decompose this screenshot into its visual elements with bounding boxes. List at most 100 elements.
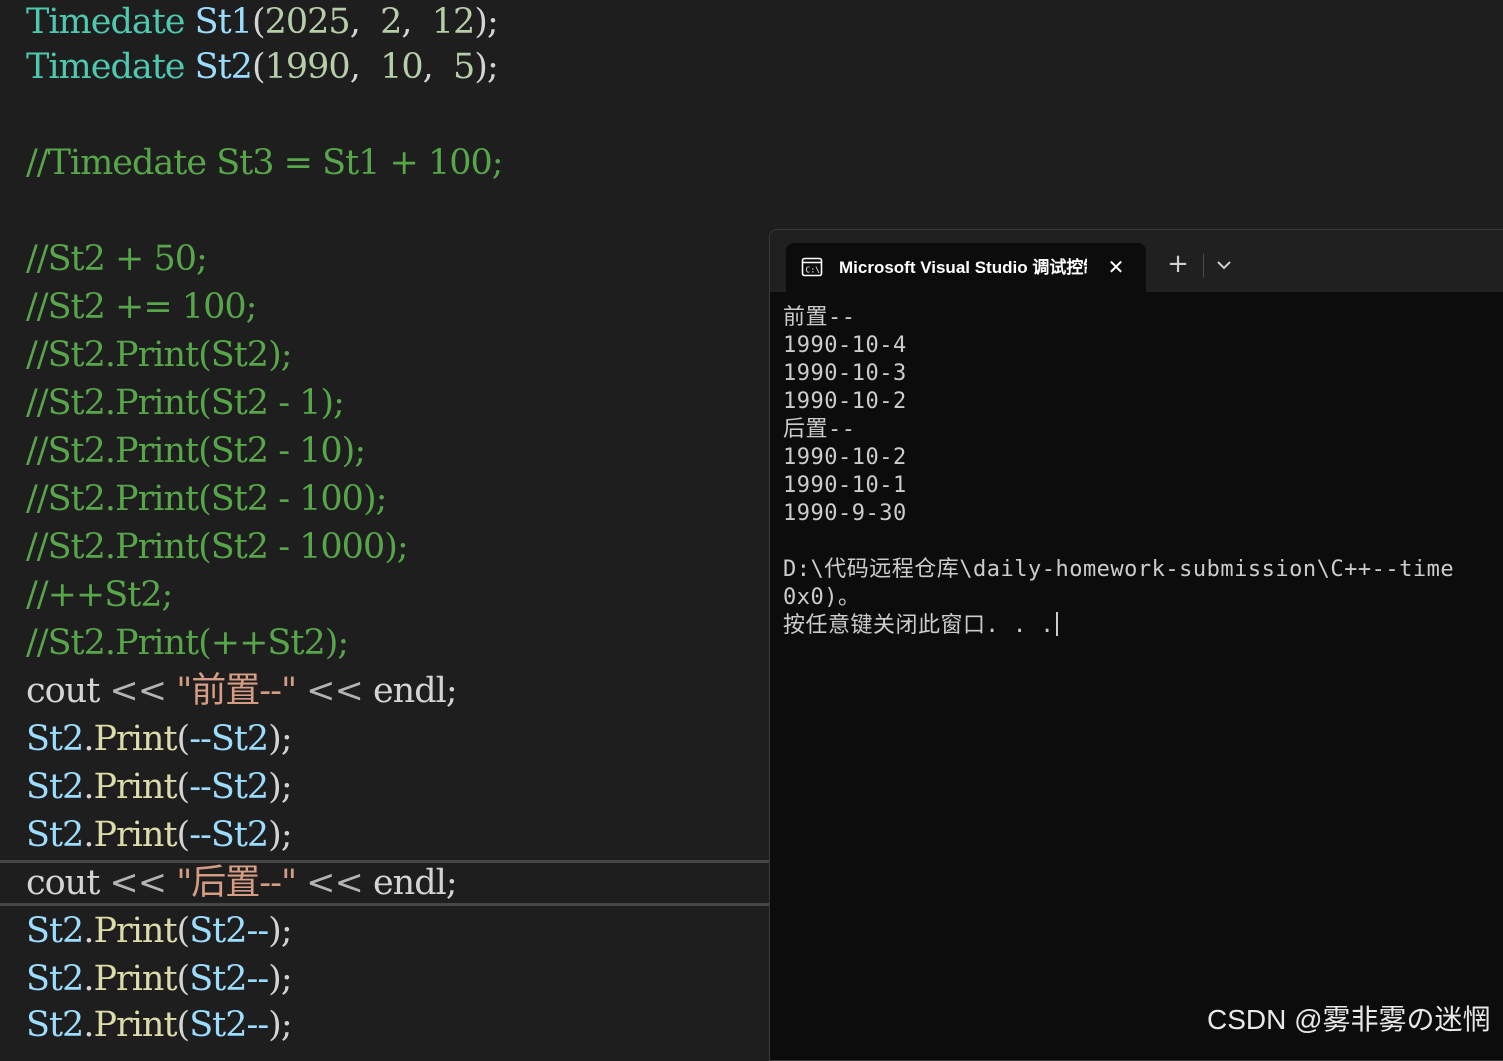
identifier-token: St2 [26, 959, 84, 999]
string-token: "后置--" [176, 863, 297, 903]
number-token: 5 [453, 47, 475, 87]
code-line-1: Timedate St1(2025, 2, 12); [26, 0, 499, 44]
punct: ); [474, 2, 498, 42]
operator: << [296, 863, 373, 903]
number-token: 1990 [264, 47, 351, 87]
identifier-token: St2 [26, 815, 84, 855]
identifier-token: St2 [26, 911, 84, 951]
identifier-token: St2-- [189, 959, 269, 999]
code-line-9-comment: //St2.Print(St2 - 100); [26, 479, 387, 519]
punct: ( [251, 47, 266, 87]
terminal-tab-title: Microsoft Visual Studio 调试控制台 [839, 258, 1087, 277]
output-line: 1990-9-30 [783, 501, 907, 526]
identifier-token: endl [372, 671, 447, 711]
terminal-output[interactable]: 前置-- 1990-10-4 1990-10-3 1990-10-2 后置-- … [783, 304, 1503, 640]
punct: . [83, 815, 94, 855]
close-tab-icon[interactable]: ✕ [1104, 255, 1128, 279]
punct: . [83, 1005, 94, 1045]
operator: << [99, 863, 177, 903]
punct: . [83, 719, 94, 759]
punct: ); [268, 1005, 292, 1045]
punct: ); [268, 911, 292, 951]
type-token: Timedate [26, 2, 185, 42]
identifier-token: --St2 [189, 719, 269, 759]
punct: ( [176, 767, 191, 807]
code-line-2: Timedate St2(1990, 10, 5); [26, 45, 499, 89]
number-token: 12 [431, 2, 476, 42]
code-line-11-comment: //++St2; [26, 575, 173, 615]
code-line-19: St2.Print(St2--); [26, 957, 293, 1001]
identifier-token: St2 [26, 719, 84, 759]
chevron-down-icon[interactable] [1212, 252, 1236, 278]
code-line-15: St2.Print(--St2); [26, 765, 293, 809]
punct: . [83, 767, 94, 807]
output-line-prompt: 按任意键关闭此窗口. . . [783, 612, 1503, 640]
identifier-token: St2-- [189, 911, 269, 951]
punct: ( [251, 2, 266, 42]
code-line-4-comment: //St2 + 50; [26, 239, 208, 279]
press-any-key-text: 按任意键关闭此窗口. . . [783, 613, 1055, 638]
output-line: 0x0)。 [783, 585, 861, 610]
punct: , [349, 2, 381, 42]
function-token: Print [93, 719, 177, 759]
punct: ; [445, 671, 458, 711]
identifier-token: St2 [194, 47, 253, 87]
punct: ( [176, 815, 191, 855]
punct: ); [268, 767, 292, 807]
punct: , [401, 2, 432, 42]
punct: ( [176, 719, 191, 759]
code-line-14: St2.Print(--St2); [26, 717, 293, 761]
punct: ); [474, 47, 498, 87]
code-line-13: cout << "前置--" << endl; [26, 669, 458, 713]
code-line-18: St2.Print(St2--); [26, 909, 293, 953]
punct: ); [268, 959, 292, 999]
code-line-5-comment: //St2 += 100; [26, 287, 257, 327]
output-line: 后置-- [783, 417, 856, 442]
titlebar-divider [1203, 254, 1204, 278]
number-token: 10 [380, 47, 424, 87]
identifier-token: St1 [194, 2, 253, 42]
function-token: Print [93, 815, 177, 855]
identifier-token: endl [372, 863, 447, 903]
identifier-token: St2 [26, 1005, 84, 1045]
identifier-token: --St2 [189, 815, 269, 855]
identifier-token: St2-- [189, 1005, 269, 1045]
code-line-17: cout << "后置--" << endl; [26, 861, 458, 905]
terminal-tab[interactable]: C:\ Microsoft Visual Studio 调试控制台 ✕ [786, 243, 1146, 292]
function-token: Print [93, 767, 177, 807]
punct: . [83, 911, 94, 951]
punct: ); [268, 719, 292, 759]
operator: << [296, 671, 373, 711]
function-token: Print [93, 959, 177, 999]
punct: ; [445, 863, 458, 903]
console-icon: C:\ [801, 257, 823, 277]
terminal-title-bar[interactable]: C:\ Microsoft Visual Studio 调试控制台 ✕ + [770, 230, 1503, 292]
output-line: 1990-10-1 [783, 473, 907, 498]
number-token: 2 [380, 2, 402, 42]
code-line-12-comment: //St2.Print(++St2); [26, 623, 349, 663]
output-line: 1990-10-2 [783, 389, 907, 414]
code-line-7-comment: //St2.Print(St2 - 1); [26, 383, 345, 423]
function-token: Print [93, 1005, 177, 1045]
debug-console-window[interactable]: C:\ Microsoft Visual Studio 调试控制台 ✕ + 前置… [769, 229, 1503, 1061]
svg-text:C:\: C:\ [806, 266, 821, 275]
type-token: Timedate [26, 47, 185, 87]
identifier-token: --St2 [189, 767, 269, 807]
output-line: 1990-10-4 [783, 333, 907, 358]
punct: ); [268, 815, 292, 855]
code-line-20: St2.Print(St2--); [26, 1003, 293, 1046]
punct: , [349, 47, 381, 87]
operator: << [99, 671, 177, 711]
code-line-8-comment: //St2.Print(St2 - 10); [26, 431, 366, 471]
punct: , [422, 47, 454, 87]
output-line: 1990-10-3 [783, 361, 907, 386]
output-line: D:\代码远程仓库\daily-homework-submission\C++-… [783, 557, 1455, 582]
new-tab-button[interactable]: + [1165, 251, 1191, 278]
string-token: "前置--" [176, 671, 297, 711]
function-token: Print [93, 911, 177, 951]
punct: ( [176, 959, 191, 999]
punct: ( [176, 911, 191, 951]
